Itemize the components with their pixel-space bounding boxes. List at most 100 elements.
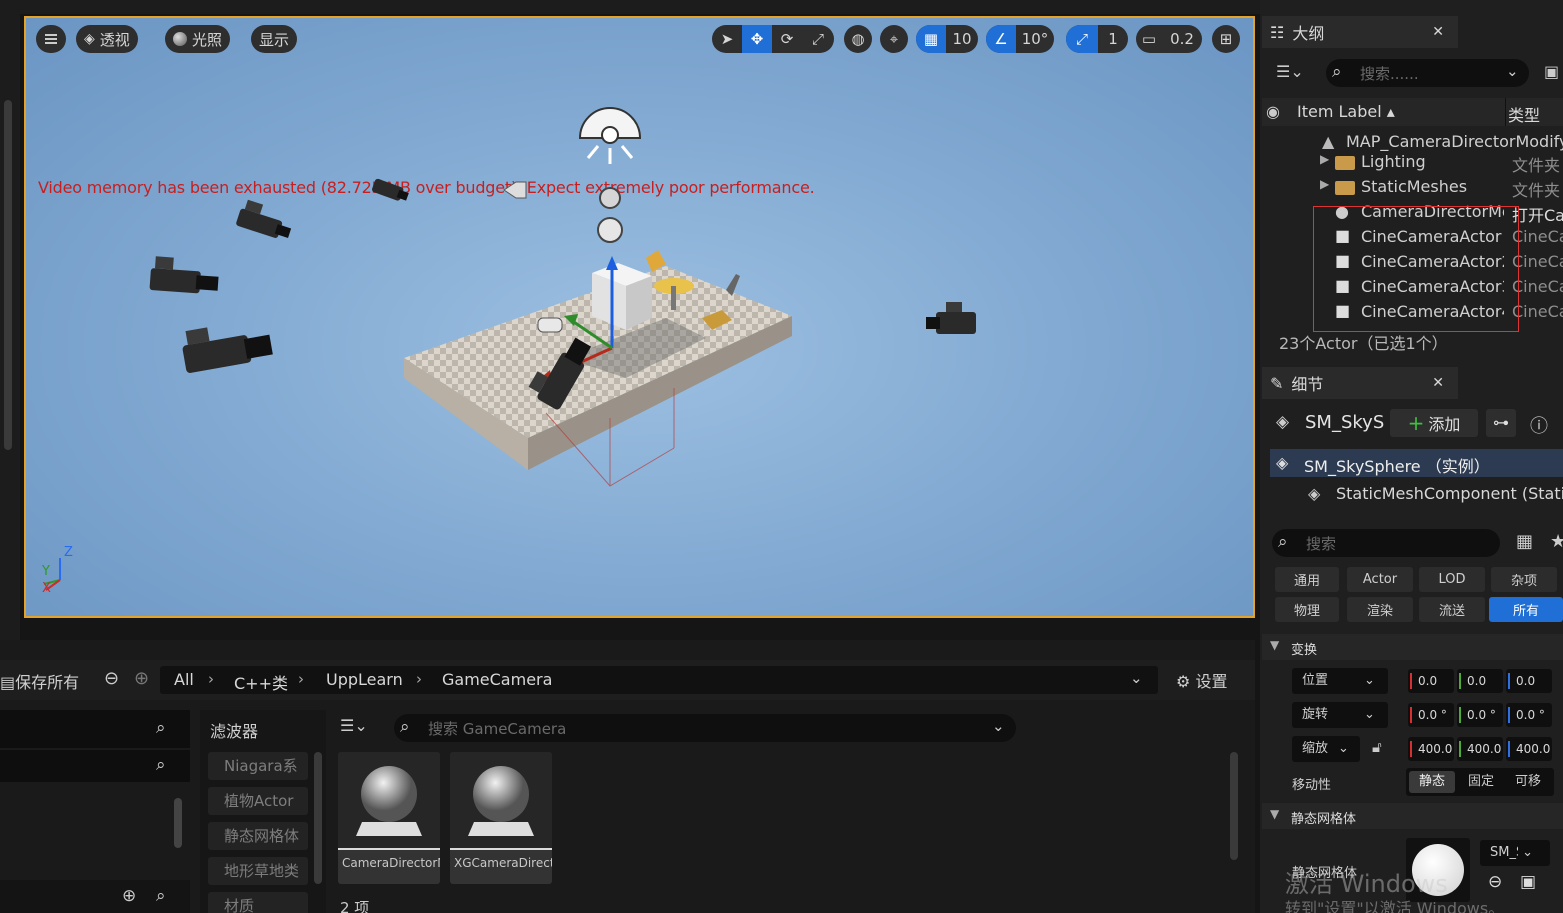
filter-actor[interactable]: Actor bbox=[1347, 567, 1413, 592]
rotation-dropdown[interactable]: 旋转 ⌄ bbox=[1292, 702, 1388, 728]
static-mesh-picker[interactable]: SM_SkySphere ⌄ bbox=[1480, 840, 1550, 866]
scale-y-field[interactable]: 400.0 bbox=[1457, 737, 1503, 761]
axis-y-label: Y bbox=[42, 564, 50, 579]
save-all-button[interactable]: ▤保存所有 bbox=[0, 669, 79, 693]
chevron-down-icon[interactable]: ⌄ bbox=[1506, 62, 1519, 80]
static-mesh-section-header[interactable]: ▼ 静态网格体 bbox=[1262, 803, 1563, 829]
filter-streaming[interactable]: 流送 bbox=[1419, 597, 1485, 622]
table-view-icon[interactable]: ▦ bbox=[1516, 531, 1533, 552]
details-search-input[interactable]: ⌕ 搜索 bbox=[1272, 529, 1500, 557]
sources-scrollbar[interactable] bbox=[174, 798, 182, 848]
sky-light-icon[interactable] bbox=[597, 187, 623, 243]
browse-icon[interactable]: ▣ bbox=[1520, 872, 1536, 892]
collections-search[interactable]: ⌕ bbox=[0, 750, 190, 782]
outliner-search-input[interactable]: ⌕ 搜索...... ⌄ bbox=[1326, 59, 1529, 87]
outliner-row-lighting[interactable]: ▶ Lighting 文件夹 bbox=[1262, 150, 1563, 175]
breadcrumb-all[interactable]: All bbox=[174, 670, 194, 689]
expand-arrow-icon[interactable]: ▶ bbox=[1320, 177, 1329, 191]
location-x-field[interactable]: 0.0 bbox=[1408, 669, 1454, 693]
use-selected-icon[interactable]: ⊖ bbox=[1488, 872, 1502, 892]
row-name: Lighting bbox=[1361, 152, 1426, 171]
asset-name: CameraDirectorModify bbox=[338, 850, 440, 884]
rotation-z-field[interactable]: 0.0 ° bbox=[1506, 703, 1552, 727]
asset-tile-xgcameradirector[interactable]: XGCameraDirector bbox=[450, 752, 552, 884]
filter-all[interactable]: 所有 bbox=[1489, 597, 1563, 622]
static-mesh-actor-icon: ◈ bbox=[1276, 453, 1289, 472]
expand-arrow-icon[interactable]: ▶ bbox=[1320, 152, 1329, 166]
filter-misc[interactable]: 杂项 bbox=[1491, 567, 1557, 592]
mobility-stationary[interactable]: 固定 bbox=[1458, 771, 1504, 793]
outliner-title: 大纲 bbox=[1292, 24, 1325, 43]
transform-section-header[interactable]: ▼ 变换 bbox=[1262, 634, 1563, 660]
filter-dropdown-icon[interactable]: ☰⌄ bbox=[340, 716, 368, 735]
help-icon[interactable]: ⓘ bbox=[1530, 412, 1548, 438]
back-icon[interactable]: ⊖ bbox=[104, 668, 119, 689]
add-icon[interactable]: ⊕ bbox=[122, 886, 136, 906]
filter-static-mesh[interactable]: 静态网格体 bbox=[208, 822, 308, 850]
assets-scrollbar[interactable] bbox=[1230, 752, 1238, 860]
chevron-down-icon[interactable]: ⌄ bbox=[1130, 669, 1143, 687]
player-start-icon[interactable] bbox=[537, 317, 563, 333]
audio-icon[interactable] bbox=[503, 181, 527, 199]
filter-niagara[interactable]: Niagara系 bbox=[208, 752, 308, 780]
eye-icon[interactable]: ◉ bbox=[1266, 102, 1280, 121]
mobility-static[interactable]: 静态 bbox=[1409, 771, 1455, 793]
add-component-button[interactable]: + 添加 bbox=[1390, 409, 1478, 437]
row-type: CineCameraActor bbox=[1512, 252, 1563, 271]
forward-icon[interactable]: ⊕ bbox=[134, 668, 149, 689]
scale-x-field[interactable]: 400.0 bbox=[1408, 737, 1454, 761]
level-viewport[interactable]: ◈ 透视 光照 显示 ➤ ✥ ⟳ ⤢ ◍ ⌖ ▦ 10 ∠ 10° ⤢ 1 ▭ … bbox=[24, 16, 1255, 618]
mobility-movable[interactable]: 可移 bbox=[1505, 771, 1551, 793]
asset-thumbnail bbox=[450, 752, 552, 850]
static-mesh-header: 静态网格体 bbox=[1291, 812, 1357, 827]
settings-button[interactable]: ⚙ 设置 bbox=[1176, 668, 1227, 692]
sources-search[interactable]: ⌕ bbox=[0, 710, 190, 748]
scale-z-field[interactable]: 400.0 bbox=[1506, 737, 1552, 761]
filters-scrollbar[interactable] bbox=[314, 752, 322, 884]
lock-icon[interactable]: 🔓︎ bbox=[1372, 738, 1382, 756]
rotation-y-field[interactable]: 0.0 ° bbox=[1457, 703, 1503, 727]
breadcrumb[interactable]: All › C++类 › UppLearn › GameCamera ⌄ bbox=[160, 666, 1158, 694]
asset-search-input[interactable]: ⌕ 搜索 GameCamera ⌄ bbox=[394, 714, 1016, 742]
rotation-x-field[interactable]: 0.0 ° bbox=[1408, 703, 1454, 727]
details-tab[interactable]: ✎ 细节 ✕ bbox=[1262, 367, 1458, 399]
asset-tile-cameradirectormodify[interactable]: CameraDirectorModify bbox=[338, 752, 440, 884]
scale-dropdown[interactable]: 缩放 ⌄ bbox=[1292, 736, 1360, 762]
blueprint-button[interactable]: ⊶ bbox=[1486, 409, 1516, 437]
location-y-field[interactable]: 0.0 bbox=[1457, 669, 1503, 693]
left-strip bbox=[0, 0, 20, 640]
component-row[interactable]: ◈ StaticMeshComponent (StaticMeshCompone… bbox=[1270, 480, 1563, 508]
directional-light-icon[interactable] bbox=[578, 107, 642, 164]
close-icon[interactable]: ✕ bbox=[1432, 375, 1444, 391]
filter-rendering[interactable]: 渲染 bbox=[1347, 597, 1413, 622]
filter-landscape-grass[interactable]: 地形草地类 bbox=[208, 857, 308, 885]
chevron-down-icon[interactable]: ⌄ bbox=[992, 717, 1005, 735]
left-scrollbar[interactable] bbox=[4, 100, 12, 450]
outliner-row-staticmeshes[interactable]: ▶ StaticMeshes 文件夹 bbox=[1262, 175, 1563, 200]
location-z-field[interactable]: 0.0 bbox=[1506, 669, 1552, 693]
filter-physics[interactable]: 物理 bbox=[1275, 597, 1339, 622]
instance-row[interactable]: ◈ SM_SkySphere （实例） bbox=[1270, 449, 1563, 477]
filter-material[interactable]: 材质 bbox=[208, 892, 308, 913]
filter-icon[interactable]: ☰⌄ bbox=[1276, 62, 1304, 81]
item-label-header[interactable]: Item Label ▴ bbox=[1297, 102, 1395, 121]
breadcrumb-upplearn[interactable]: UppLearn bbox=[326, 670, 403, 689]
filters-title: 滤波器 bbox=[210, 722, 259, 741]
sources-footer: ⊕ ⌕ bbox=[0, 880, 190, 913]
search-icon[interactable]: ⌕ bbox=[156, 886, 166, 906]
breadcrumb-cpp[interactable]: C++类 bbox=[234, 670, 288, 694]
filter-foliage[interactable]: 植物Actor bbox=[208, 787, 308, 815]
breadcrumb-gamecamera[interactable]: GameCamera bbox=[442, 670, 552, 689]
chevron-down-icon: ⌄ bbox=[1522, 845, 1534, 860]
star-icon[interactable]: ★ bbox=[1550, 531, 1563, 552]
cine-camera-actors[interactable] bbox=[149, 178, 976, 411]
location-dropdown[interactable]: 位置 ⌄ bbox=[1292, 668, 1388, 694]
filter-general[interactable]: 通用 bbox=[1275, 567, 1339, 592]
outliner-header: ◉ Item Label ▴ 类型 bbox=[1262, 98, 1563, 126]
type-header[interactable]: 类型 bbox=[1508, 102, 1540, 126]
outliner-tab[interactable]: ☷ 大纲 ✕ bbox=[1262, 16, 1458, 48]
add-folder-icon[interactable]: ▣ bbox=[1544, 62, 1559, 81]
filter-lod[interactable]: LOD bbox=[1419, 567, 1485, 592]
close-icon[interactable]: ✕ bbox=[1432, 24, 1444, 40]
class-sphere-icon bbox=[468, 766, 534, 836]
